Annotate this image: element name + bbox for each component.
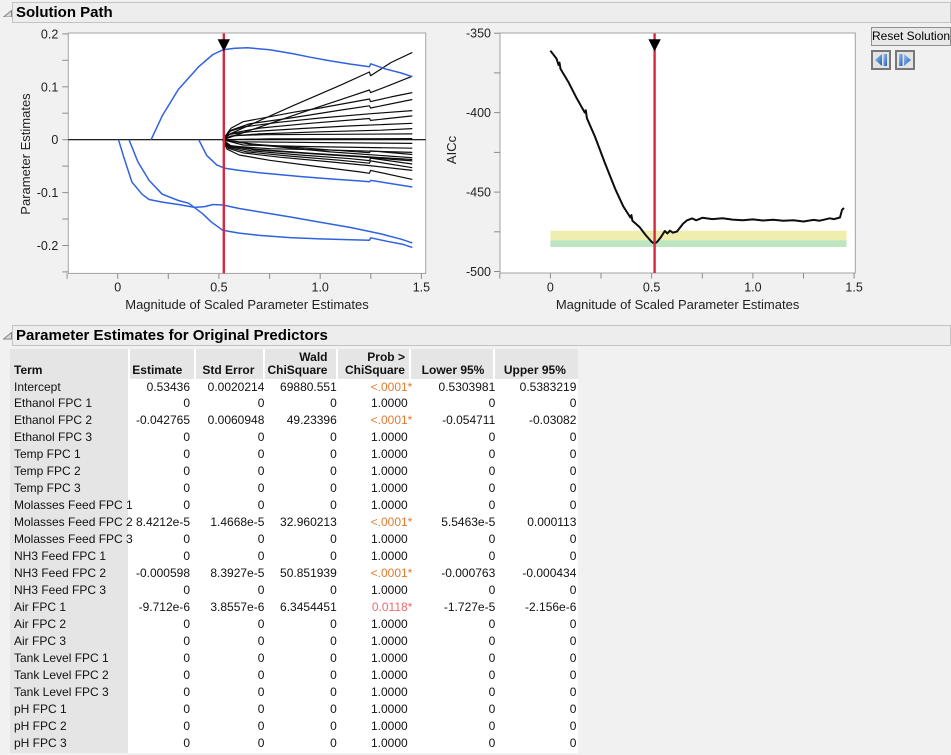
svg-text:0.5: 0.5 [643,281,660,295]
svg-text:-0.2: -0.2 [37,239,59,253]
svg-text:-500: -500 [466,265,491,279]
svg-text:0: 0 [51,133,58,147]
svg-text:0.2: 0.2 [41,27,58,41]
svg-text:0.1: 0.1 [41,80,58,94]
svg-text:1.0: 1.0 [312,281,329,295]
svg-text:-450: -450 [466,186,491,200]
svg-text:Parameter Estimates: Parameter Estimates [18,93,33,215]
svg-text:1.0: 1.0 [744,281,761,295]
svg-text:-400: -400 [466,106,491,120]
svg-text:1.5: 1.5 [845,281,862,295]
svg-text:AICc: AICc [444,135,459,164]
svg-text:-350: -350 [466,27,491,41]
svg-text:-0.1: -0.1 [37,186,59,200]
svg-text:0: 0 [114,281,121,295]
svg-text:1.5: 1.5 [413,281,430,295]
svg-text:0: 0 [547,281,554,295]
svg-text:Magnitude of Scaled Parameter: Magnitude of Scaled Parameter Estimates [125,297,369,312]
svg-text:0.5: 0.5 [210,281,227,295]
svg-text:Magnitude of Scaled Parameter: Magnitude of Scaled Parameter Estimates [556,297,800,312]
